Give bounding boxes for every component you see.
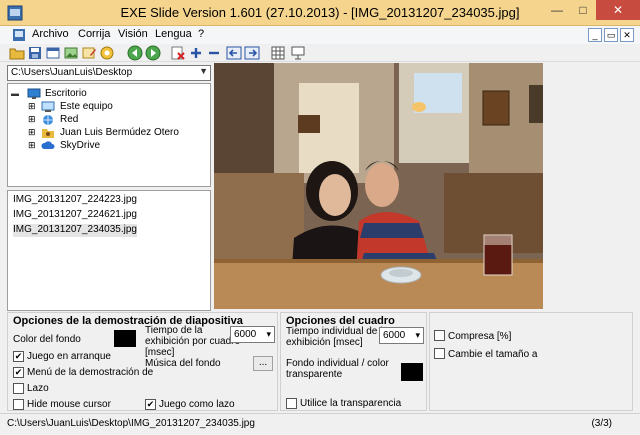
bg-music-label: Música del fondo <box>145 358 221 369</box>
menu-archivo[interactable]: Archivo <box>32 28 69 40</box>
mdi-restore-button[interactable]: ▭ <box>604 28 618 42</box>
chevron-down-icon[interactable]: ▾ <box>266 329 271 340</box>
path-value: C:\Users\JuanLuis\Desktop <box>11 67 133 78</box>
image-edit-icon[interactable] <box>81 45 97 61</box>
photo-illustration <box>214 63 543 309</box>
tree-item-red[interactable]: ⊞ Red <box>11 114 201 127</box>
image-preview[interactable] <box>214 63 543 309</box>
time-per-frame-label-3: [msec] <box>145 347 175 358</box>
path-dropdown[interactable]: C:\Users\JuanLuis\Desktop ▼ <box>7 65 211 81</box>
maximize-button[interactable]: □ <box>570 0 596 20</box>
mdi-close-button[interactable]: ✕ <box>620 28 634 42</box>
minus-icon[interactable] <box>206 45 222 61</box>
status-bar: C:\Users\JuanLuis\Desktop\IMG_20131207_2… <box>0 413 640 435</box>
demo-menu-checkbox[interactable]: ✔ <box>13 367 24 378</box>
hide-cursor-label: Hide mouse cursor <box>27 399 111 410</box>
minimize-button[interactable]: — <box>544 0 570 20</box>
status-path: C:\Users\JuanLuis\Desktop\IMG_20131207_2… <box>7 418 255 429</box>
expand-icon[interactable]: ⊞ <box>28 140 36 151</box>
transparency-label: Utilice la transparencia <box>300 398 402 409</box>
game-loop-checkbox[interactable]: ✔ <box>145 399 156 410</box>
menu-help[interactable]: ? <box>198 28 204 40</box>
next-icon[interactable] <box>145 45 161 61</box>
bg-color-swatch[interactable] <box>114 330 136 347</box>
grid-icon[interactable] <box>270 45 286 61</box>
frame-bg-label-1: Fondo individual / color <box>286 358 389 369</box>
image-options-panel: Compresa [%] Cambie el tamaño a <box>429 312 633 411</box>
open-folder-icon[interactable] <box>9 45 25 61</box>
frame-time-label-2: exhibición [msec] <box>286 337 363 348</box>
menu-vision[interactable]: Visión <box>118 28 148 40</box>
save-icon[interactable] <box>27 45 43 61</box>
compress-label: Compresa [%] <box>448 331 512 342</box>
mdi-minimize-button[interactable]: _ <box>588 28 602 42</box>
toolbar <box>0 44 640 62</box>
previous-icon[interactable] <box>127 45 143 61</box>
cloud-icon <box>41 141 55 149</box>
move-right-icon[interactable] <box>244 45 260 61</box>
frame-time-dropdown[interactable]: 6000 ▾ <box>379 327 424 344</box>
compress-checkbox[interactable] <box>434 330 445 341</box>
expand-icon[interactable]: ⊞ <box>28 127 36 138</box>
slideshow-options-title: Opciones de la demostración de diapositi… <box>13 315 243 327</box>
loop-checkbox[interactable] <box>13 383 24 394</box>
file-item-selected[interactable]: IMG_20131207_234035.jpg <box>13 224 137 237</box>
resize-checkbox[interactable] <box>434 348 445 359</box>
chevron-down-icon[interactable]: ▼ <box>199 66 208 76</box>
demo-menu-label: Menú de la demostración de <box>27 367 154 378</box>
status-count: (3/3) <box>591 418 612 429</box>
folder-tree[interactable]: ▬ Escritorio ⊞ Este equipo ⊞ Red ⊞ Juan … <box>7 83 211 187</box>
delete-image-icon[interactable] <box>170 45 186 61</box>
network-icon <box>43 115 53 125</box>
frame-bg-label-2: transparente <box>286 369 343 380</box>
title-bar: EXE Slide Version 1.601 (27.10.2013) - [… <box>0 0 640 26</box>
document-icon[interactable] <box>12 28 26 42</box>
menu-lengua[interactable]: Lengua <box>155 28 192 40</box>
collapse-icon[interactable]: ▬ <box>11 89 19 98</box>
bg-color-label: Color del fondo <box>13 334 81 345</box>
expand-icon[interactable]: ⊞ <box>28 114 36 125</box>
transparency-checkbox[interactable] <box>286 398 297 409</box>
game-loop-label: Juego como lazo <box>159 399 235 410</box>
plus-icon[interactable] <box>188 45 204 61</box>
loop-label: Lazo <box>27 383 49 394</box>
game-start-checkbox[interactable]: ✔ <box>13 351 24 362</box>
time-per-frame-label-2: exhibición por cuadro <box>145 336 241 347</box>
game-start-label: Juego en arranque <box>27 351 111 362</box>
time-per-frame-label-1: Tiempo de la <box>145 325 203 336</box>
hide-cursor-checkbox[interactable] <box>13 399 24 410</box>
file-item[interactable]: IMG_20131207_224223.jpg <box>13 194 137 207</box>
move-left-icon[interactable] <box>226 45 242 61</box>
settings-icon[interactable] <box>99 45 115 61</box>
expand-icon[interactable]: ⊞ <box>28 101 36 112</box>
menu-corrija[interactable]: Corrija <box>78 28 110 40</box>
file-item[interactable]: IMG_20131207_224621.jpg <box>13 209 137 222</box>
image-icon[interactable] <box>63 45 79 61</box>
desktop-icon <box>27 88 41 99</box>
computer-icon <box>41 101 55 112</box>
file-list[interactable]: IMG_20131207_224223.jpg IMG_20131207_224… <box>7 190 211 311</box>
resize-label: Cambie el tamaño a <box>448 349 538 360</box>
menu-bar: Archivo Corrija Visión Lengua ? _ ▭ ✕ <box>0 26 640 44</box>
time-per-frame-dropdown[interactable]: 6000 ▾ <box>230 326 275 343</box>
close-button[interactable]: ✕ <box>596 0 640 20</box>
tree-item-escritorio[interactable]: ▬ Escritorio <box>11 88 201 101</box>
slideshow-options-panel: Opciones de la demostración de diapositi… <box>7 312 278 411</box>
tree-item-skydrive[interactable]: ⊞ SkyDrive <box>11 140 201 153</box>
chevron-down-icon[interactable]: ▾ <box>415 330 420 341</box>
browse-music-button[interactable]: ... <box>253 356 273 371</box>
frame-bg-color-swatch[interactable] <box>401 363 423 381</box>
user-folder-icon <box>42 129 54 138</box>
window-icon[interactable] <box>45 45 61 61</box>
frame-time-label-1: Tiempo individual de la <box>286 326 388 337</box>
frame-options-panel: Opciones del cuadro Tiempo individual de… <box>280 312 427 411</box>
tree-item-user-folder[interactable]: ⊞ Juan Luis Bermúdez Otero <box>11 127 201 140</box>
presentation-icon[interactable] <box>290 45 306 61</box>
tree-item-este-equipo[interactable]: ⊞ Este equipo <box>11 101 201 114</box>
